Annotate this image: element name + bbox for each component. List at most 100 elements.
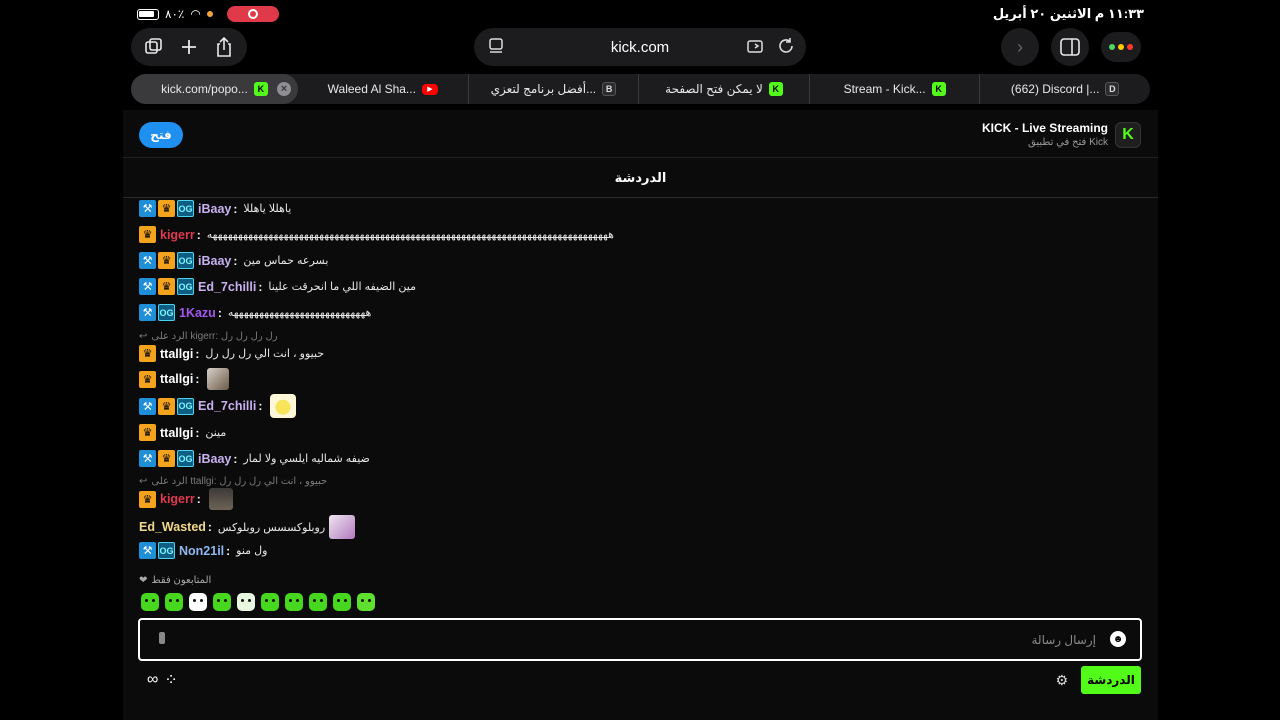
open-in-app-button[interactable]: فتح xyxy=(139,122,183,148)
chat-username[interactable]: Ed_Wasted xyxy=(139,520,206,534)
colon: : xyxy=(233,253,238,268)
vip-crown-badge-icon: ♛ xyxy=(158,200,175,217)
share-icon[interactable] xyxy=(211,34,237,60)
tab-boost[interactable]: أفضل برنامج لتعزي... B xyxy=(469,74,640,104)
chat-text: مين الضيفه اللي ما انحرقت علينا xyxy=(268,281,416,293)
tab-title: kick.com/popo... xyxy=(161,82,248,96)
dot-green-icon xyxy=(1109,44,1115,50)
dots-icon[interactable]: ⁘ xyxy=(164,670,177,690)
more-menu-button[interactable] xyxy=(1101,32,1141,62)
tab-kick-popo[interactable]: kick.com/popo... K × xyxy=(131,74,298,104)
chat-username[interactable]: kigerr xyxy=(160,228,195,242)
page-content: فتح KICK - Live Streaming فتح في تطبيق K… xyxy=(123,110,1158,720)
vip-crown-badge-icon: ♛ xyxy=(158,397,175,415)
emoji-picker-icon[interactable]: ☻ xyxy=(1110,631,1126,647)
chat-username[interactable]: kigerr xyxy=(160,492,195,506)
chat-header: الدردشة xyxy=(123,158,1158,198)
gear-icon[interactable]: ⚙ xyxy=(1055,672,1068,689)
chat-username[interactable]: Ed_7chilli xyxy=(198,399,256,413)
browser-toolbar: kick.com › xyxy=(123,28,1158,68)
colon: : xyxy=(195,372,200,386)
chat-username[interactable]: ttallgi xyxy=(160,426,193,440)
emote-4-icon[interactable] xyxy=(213,593,231,611)
emote-8-icon[interactable] xyxy=(309,593,327,611)
chat-username[interactable]: 1Kazu xyxy=(179,306,216,320)
battery-percent: ٨٠٪ xyxy=(165,7,185,21)
chat-message: Ed_Wasted: روبلوكسسس روبلوكس xyxy=(139,515,356,539)
moderator-badge-icon: ⚒ xyxy=(139,542,156,559)
tab-youtube[interactable]: Waleed Al Sha... ▶ xyxy=(298,74,469,104)
screen-record-indicator[interactable] xyxy=(226,6,279,22)
emote-3-icon[interactable] xyxy=(189,593,207,611)
emote-9-icon[interactable] xyxy=(333,593,351,611)
character-emote-icon xyxy=(329,515,356,539)
sidebar-toggle-button[interactable] xyxy=(1051,28,1089,66)
og-badge-icon: OG xyxy=(177,200,194,217)
extensions-icon[interactable] xyxy=(744,34,768,63)
address-bar[interactable]: kick.com xyxy=(474,28,806,66)
moderator-badge-icon: ⚒ xyxy=(139,450,156,467)
dog-emote-icon xyxy=(207,368,230,390)
chat-username[interactable]: iBaay xyxy=(198,254,231,268)
record-icon xyxy=(247,9,258,19)
kick-app-icon: K xyxy=(1115,122,1141,148)
chat-messages[interactable]: ⚒ ♛ OG iBaay: ياهللا ياهللا ♛ kigerr: هه… xyxy=(139,198,1139,578)
chat-username[interactable]: iBaay xyxy=(198,202,231,216)
chat-message: ⚒ ♛ OG iBaay: ياهللا ياهللا xyxy=(139,200,291,217)
chat-text: هههههههههههههههههههههههههههههههههههههههه… xyxy=(206,229,614,241)
vip-crown-badge-icon: ♛ xyxy=(139,424,156,441)
chat-username[interactable]: Ed_7chilli xyxy=(198,280,256,294)
reload-icon[interactable] xyxy=(774,34,798,63)
tab-title: (662) Discord |... xyxy=(1010,82,1100,96)
tab-overview-icon[interactable] xyxy=(141,34,167,60)
tab-discord[interactable]: (662) Discord |... D xyxy=(980,74,1150,104)
emote-5-icon[interactable] xyxy=(237,593,255,611)
send-chat-button[interactable]: الدردشة xyxy=(1081,666,1141,694)
emote-7-icon[interactable] xyxy=(285,593,303,611)
text-cursor xyxy=(159,632,165,644)
forward-button[interactable]: › xyxy=(1001,28,1039,66)
tab-title: لا يمكن فتح الصفحة xyxy=(665,82,763,96)
chat-text: هههههههههههههههههههههههههههه xyxy=(227,307,372,319)
chat-username[interactable]: iBaay xyxy=(198,452,231,466)
colon: : xyxy=(233,451,238,466)
datetime: ١١:٣٣ م الاثنين ٢٠ أبريل xyxy=(992,6,1144,21)
new-tab-icon[interactable] xyxy=(176,34,202,60)
quick-emote-row xyxy=(141,593,375,611)
emote-1-icon[interactable] xyxy=(141,593,159,611)
tab-title: أفضل برنامج لتعزي... xyxy=(490,82,597,96)
tab-cannot-open[interactable]: لا يمكن فتح الصفحة K xyxy=(639,74,810,104)
app-banner: فتح KICK - Live Streaming فتح في تطبيق K… xyxy=(123,110,1158,158)
reply-reference[interactable]: ↩ الرد على ttallgi: حبيوو ، انت الي رل ر… xyxy=(139,476,327,487)
infinity-icon[interactable]: ∞ xyxy=(147,671,158,689)
emote-2-icon[interactable] xyxy=(165,593,183,611)
emote-10-icon[interactable] xyxy=(357,593,375,611)
chat-message: ♛ kigerr: xyxy=(139,488,233,510)
discord-favicon-icon: D xyxy=(1105,82,1120,96)
reply-reference[interactable]: ↩ الرد على kigerr: رل رل رل رل xyxy=(139,331,278,342)
reply-arrow-icon: ↩ xyxy=(139,331,148,342)
chat-username[interactable]: ttallgi xyxy=(160,372,193,386)
toolbar-left-group xyxy=(131,28,247,66)
chat-username[interactable]: ttallgi xyxy=(160,347,193,361)
tab-stream-kick[interactable]: Stream - Kick... K xyxy=(810,74,981,104)
app-name: KICK - Live Streaming xyxy=(981,121,1108,135)
photo-emote-icon xyxy=(208,488,233,510)
colon: : xyxy=(217,305,222,320)
emote-6-icon[interactable] xyxy=(261,593,279,611)
moderator-badge-icon: ⚒ xyxy=(139,252,156,269)
chat-text: روبلوكسسس روبلوكس xyxy=(217,521,326,534)
close-tab-icon[interactable]: × xyxy=(277,82,291,96)
chat-message: ⚒ ♛ OG Ed_7chilli: مين الضيفه اللي ما ان… xyxy=(139,278,416,295)
chat-username[interactable]: Non21il xyxy=(179,544,224,558)
bottom-left-icons: ∞ ⁘ xyxy=(147,670,178,690)
chat-input[interactable]: إرسال رسالة ☻ xyxy=(138,618,1142,661)
page-settings-icon[interactable] xyxy=(484,34,508,63)
dot-red-icon xyxy=(1127,44,1133,50)
tab-title: Waleed Al Sha... xyxy=(327,82,416,96)
chat-message: ♛ ttallgi: حبيوو ، انت الي رل رل رل xyxy=(139,345,324,362)
heart-icon: ❤ xyxy=(139,575,148,586)
moderator-badge-icon: ⚒ xyxy=(139,397,156,415)
tab-title: Stream - Kick... xyxy=(843,82,926,96)
vip-crown-badge-icon: ♛ xyxy=(139,345,156,362)
